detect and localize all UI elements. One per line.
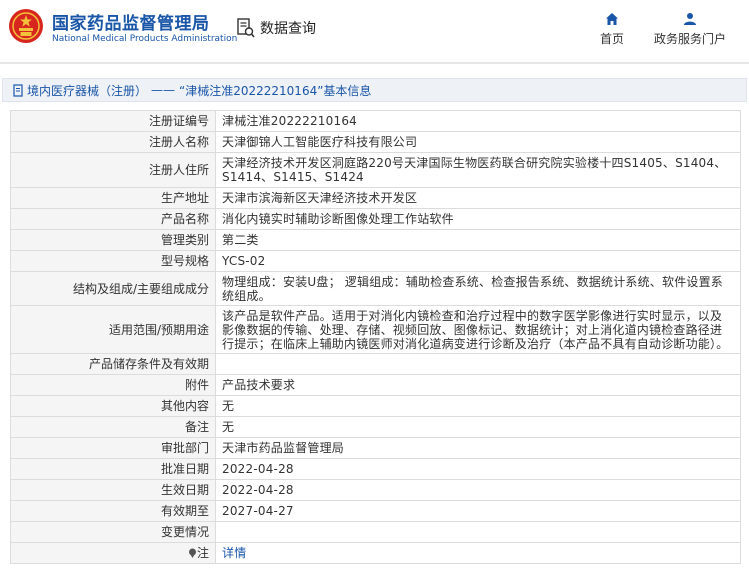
field-value: 详情 <box>215 542 741 564</box>
site-title[interactable]: 国家药品监督管理局 <box>52 9 210 34</box>
field-label: 批准日期 <box>10 458 216 480</box>
field-label: 生产地址 <box>10 187 216 209</box>
field-label: 产品名称 <box>10 208 216 230</box>
table-row: 批准日期 2022-04-28 <box>10 458 741 480</box>
table-row: 结构及组成/主要组成成分 物理组成：安装U盘； 逻辑组成：辅助检查系统、检查报告系… <box>10 271 741 306</box>
field-value: 2027-04-27 <box>215 500 741 522</box>
table-row: 其他内容无 <box>10 395 741 417</box>
field-label: 注册人名称 <box>10 131 216 153</box>
field-value: 无 <box>215 416 741 438</box>
field-label: 注册人住所 <box>10 152 216 188</box>
field-label: 有效期至 <box>10 500 216 522</box>
field-value: 第二类 <box>215 229 741 251</box>
breadcrumb-category[interactable]: 境内医疗器械（注册） <box>27 82 147 99</box>
field-label: 变更情况 <box>10 521 216 543</box>
field-value: 天津市滨海新区天津经济技术开发区 <box>215 187 741 209</box>
nav-home[interactable]: 首页 <box>600 12 624 47</box>
field-value: 2022-04-28 <box>215 458 741 480</box>
table-row: 附件 产品技术要求 <box>10 374 741 396</box>
table-row: 注册证编号 津械注准20222210164 <box>10 110 741 132</box>
field-value <box>215 521 741 543</box>
nav-gov-label: 政务服务门户 <box>654 32 727 46</box>
data-query-label: 数据查询 <box>260 21 316 37</box>
table-row: 审批部门 天津市药品监督管理局 <box>10 437 741 459</box>
user-icon <box>684 13 696 25</box>
table-row: 管理类别 第二类 <box>10 229 741 251</box>
nav-gov-portal[interactable]: 政务服务门户 <box>654 12 726 47</box>
field-value: 天津御锦人工智能医疗科技有限公司 <box>215 131 741 153</box>
field-value: 物理组成：安装U盘； 逻辑组成：辅助检查系统、检查报告系统、数据统计系统、软件设… <box>215 271 741 306</box>
table-row: 适用范围/预期用途 该产品是软件产品。适用于对消化内镜检查和治疗过程中的数字医学影… <box>10 305 741 354</box>
table-row: 生产地址 天津市滨海新区天津经济技术开发区 <box>10 187 741 209</box>
table-row: 产品储存条件及有效期 <box>10 353 741 375</box>
field-label: 备注 <box>10 416 216 438</box>
data-query-link[interactable]: 数据查询 <box>237 16 316 40</box>
header-divider <box>0 62 749 64</box>
field-value: 天津市药品监督管理局 <box>215 437 741 459</box>
breadcrumb: 境内医疗器械（注册） —— “津械注准20222210164”基本信息 <box>2 78 747 102</box>
details-link[interactable]: 详情 <box>222 546 246 560</box>
field-label: 生效日期 <box>10 479 216 501</box>
breadcrumb-current: “津械注准20222210164”基本信息 <box>179 83 372 98</box>
pin-icon <box>188 548 196 558</box>
data-query-icon <box>237 18 255 38</box>
field-label: 注 <box>10 542 216 564</box>
note-label: 注 <box>196 546 209 560</box>
site-subtitle: National Medical Products Administration <box>52 34 238 44</box>
field-value: YCS-02 <box>215 250 741 272</box>
table-row: 注 详情 <box>10 542 741 564</box>
nav-home-label: 首页 <box>600 32 625 46</box>
field-label: 注册证编号 <box>10 110 216 132</box>
table-row: 备注无 <box>10 416 741 438</box>
field-value: 产品技术要求 <box>215 374 741 396</box>
table-row: 注册人名称 天津御锦人工智能医疗科技有限公司 <box>10 131 741 153</box>
field-label: 结构及组成/主要组成成分 <box>10 271 216 306</box>
field-label: 产品储存条件及有效期 <box>10 353 216 375</box>
field-label: 其他内容 <box>10 395 216 417</box>
table-row: 型号规格 YCS-02 <box>10 250 741 272</box>
field-label: 适用范围/预期用途 <box>10 305 216 354</box>
field-label: 管理类别 <box>10 229 216 251</box>
site-header: 国家药品监督管理局 National Medical Products Admi… <box>0 0 749 62</box>
table-row: 变更情况 <box>10 521 741 543</box>
field-label: 型号规格 <box>10 250 216 272</box>
field-value: 2022-04-28 <box>215 479 741 501</box>
home-icon <box>606 13 618 25</box>
registration-info-table: 注册证编号 津械注准20222210164 注册人名称 天津御锦人工智能医疗科技有限… <box>10 110 741 564</box>
table-row: 注册人住所 天津经济技术开发区洞庭路220号天津国际生物医药联合研究院实验楼十四S… <box>10 152 741 188</box>
field-value: 该产品是软件产品。适用于对消化内镜检查和治疗过程中的数字医学影像进行实时显示，以… <box>215 305 741 354</box>
document-icon <box>13 83 23 97</box>
breadcrumb-separator: —— <box>151 83 176 97</box>
field-value: 消化内镜实时辅助诊断图像处理工作站软件 <box>215 208 741 230</box>
field-value: 无 <box>215 395 741 417</box>
table-row: 有效期至 2027-04-27 <box>10 500 741 522</box>
table-row: 生效日期 2022-04-28 <box>10 479 741 501</box>
field-value: 天津经济技术开发区洞庭路220号天津国际生物医药联合研究院实验楼十四S1405、… <box>215 152 741 188</box>
table-row: 产品名称 消化内镜实时辅助诊断图像处理工作站软件 <box>10 208 741 230</box>
field-value <box>215 353 741 375</box>
field-label: 审批部门 <box>10 437 216 459</box>
field-value: 津械注准20222210164 <box>215 110 741 132</box>
national-emblem-icon <box>9 9 43 43</box>
field-label: 附件 <box>10 374 216 396</box>
